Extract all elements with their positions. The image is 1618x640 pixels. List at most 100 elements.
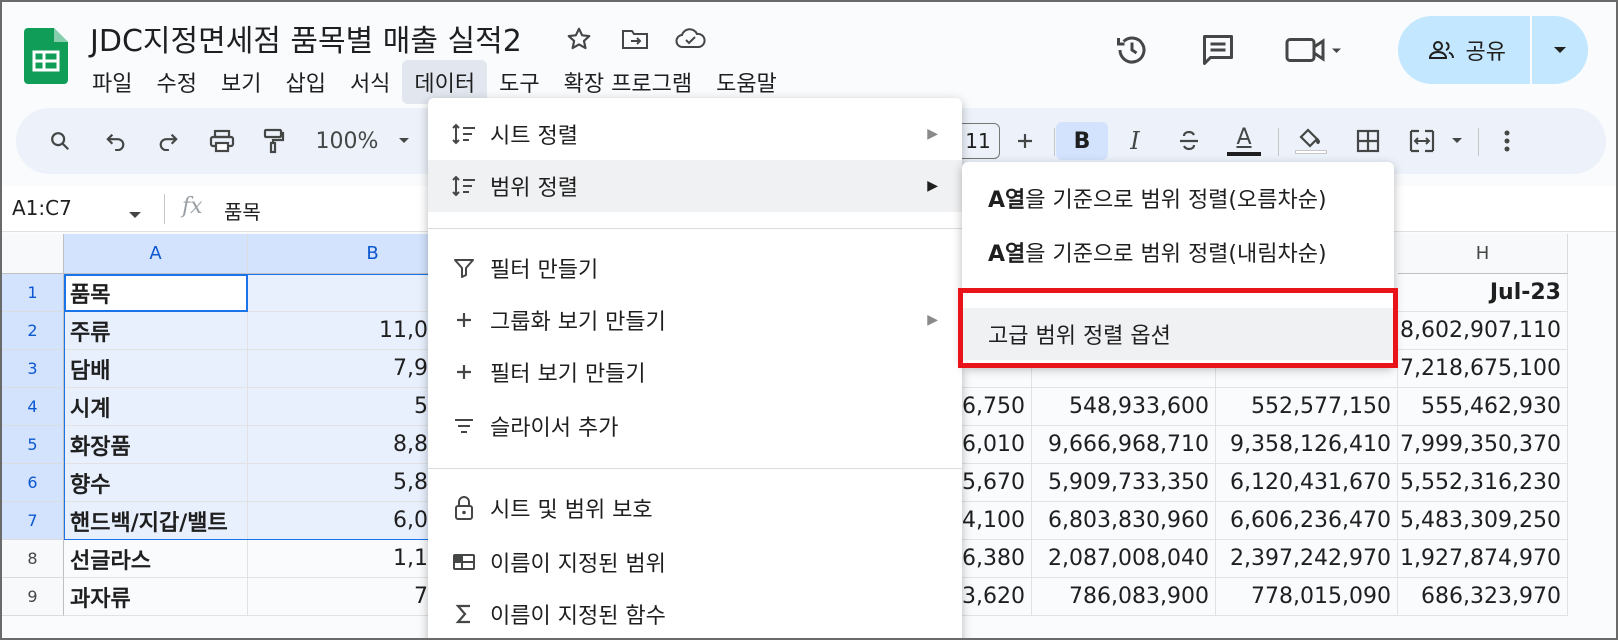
redo-icon[interactable] [150, 122, 186, 160]
cell-h8[interactable]: 1,927,874,970 [1398, 540, 1568, 578]
cell-h4[interactable]: 555,462,930 [1398, 388, 1568, 426]
row-header[interactable]: 8 [2, 540, 64, 578]
submenu-arrow-icon: ▶ [927, 312, 938, 328]
sheets-logo-icon[interactable] [24, 28, 68, 84]
bold-button[interactable]: B [1056, 122, 1108, 160]
undo-icon[interactable] [98, 122, 134, 160]
cell-a4[interactable]: 시계 [64, 388, 248, 426]
cell-h2[interactable]: 8,602,907,110 [1398, 312, 1568, 350]
cell-g6[interactable]: 6,120,431,670 [1216, 464, 1398, 502]
share-dropdown-icon[interactable] [1532, 16, 1588, 84]
version-history-icon[interactable] [1102, 20, 1162, 80]
cell-g5[interactable]: 9,358,126,410 [1216, 426, 1398, 464]
column-header-h[interactable]: H [1398, 234, 1568, 274]
cell-f6[interactable]: 5,909,733,350 [1032, 464, 1216, 502]
cell-a8[interactable]: 선글라스 [64, 540, 248, 578]
cell-f7[interactable]: 6,803,830,960 [1032, 502, 1216, 540]
strikethrough-icon[interactable] [1172, 122, 1206, 160]
cell-f5[interactable]: 9,666,968,710 [1032, 426, 1216, 464]
cell-a7[interactable]: 핸드백/지갑/밸트 [64, 502, 248, 540]
italic-button[interactable]: I [1120, 122, 1150, 160]
cell-f9[interactable]: 786,083,900 [1032, 578, 1216, 616]
font-size-input[interactable]: 11 [956, 123, 1000, 159]
row-header[interactable]: 3 [2, 350, 64, 388]
cell-h3[interactable]: 7,218,675,100 [1398, 350, 1568, 388]
menu-view[interactable]: 보기 [209, 60, 273, 104]
formula-input[interactable]: 품목 [224, 196, 261, 225]
cell-a2[interactable]: 주류 [64, 312, 248, 350]
more-options-icon[interactable] [1492, 122, 1522, 160]
menu-insert[interactable]: 삽입 [273, 60, 337, 104]
menu-item-named-ranges[interactable]: 이름이 지정된 범위 [428, 536, 962, 588]
document-title[interactable]: JDC지정면세점 품목별 매출 실적2 [90, 16, 522, 60]
named-range-icon [448, 546, 480, 578]
menu-item-add-slicer[interactable]: 슬라이서 추가 [428, 400, 962, 452]
cell-a6[interactable]: 향수 [64, 464, 248, 502]
slicer-icon [448, 410, 480, 442]
cell-f8[interactable]: 2,087,008,040 [1032, 540, 1216, 578]
cell-h5[interactable]: 7,999,350,370 [1398, 426, 1568, 464]
cell-h1[interactable]: Jul-23 [1398, 274, 1568, 312]
people-icon [1428, 41, 1454, 59]
cell-g7[interactable]: 6,606,236,470 [1216, 502, 1398, 540]
cell-a9[interactable]: 과자류 [64, 578, 248, 616]
cell-g4[interactable]: 552,577,150 [1216, 388, 1398, 426]
menu-item-protect[interactable]: 시트 및 범위 보호 [428, 482, 962, 534]
menu-item-sort-range[interactable]: 범위 정렬 ▶ [428, 160, 962, 212]
zoom-dropdown-icon[interactable] [392, 122, 416, 160]
row-header[interactable]: 9 [2, 578, 64, 616]
zoom-select[interactable]: 100% [312, 122, 382, 160]
fill-color-icon[interactable] [1292, 122, 1330, 160]
star-icon[interactable] [562, 22, 596, 56]
cell-a5[interactable]: 화장품 [64, 426, 248, 464]
menu-item-create-filter[interactable]: 필터 만들기 [428, 242, 962, 294]
cell-a3[interactable]: 담배 [64, 350, 248, 388]
menu-format[interactable]: 서식 [338, 60, 402, 104]
cell-e5[interactable]: 6,010 [962, 426, 1032, 464]
row-header[interactable]: 1 [2, 274, 64, 312]
row-header[interactable]: 4 [2, 388, 64, 426]
menu-item-named-functions[interactable]: 이름이 지정된 함수 [428, 588, 962, 638]
cell-g8[interactable]: 2,397,242,970 [1216, 540, 1398, 578]
paint-format-icon[interactable] [254, 122, 292, 160]
print-icon[interactable] [202, 122, 242, 160]
cell-e8[interactable]: 6,380 [962, 540, 1032, 578]
menu-item-create-group-view[interactable]: 그룹화 보기 만들기 ▶ [428, 294, 962, 346]
borders-icon[interactable] [1350, 122, 1386, 160]
menu-item-sort-sheet[interactable]: 시트 정렬 ▶ [428, 108, 962, 160]
fx-icon: fx [182, 194, 203, 219]
share-button[interactable]: 공유 [1397, 16, 1588, 84]
sort-range-descending[interactable]: A열 을 기준으로 범위 정렬(내림차순) [962, 226, 1394, 278]
move-to-folder-icon[interactable] [618, 22, 652, 56]
row-header[interactable]: 2 [2, 312, 64, 350]
cell-e7[interactable]: 4,100 [962, 502, 1032, 540]
row-header[interactable]: 5 [2, 426, 64, 464]
name-box-dropdown-icon[interactable] [128, 204, 142, 223]
merge-cells-icon[interactable] [1404, 122, 1440, 160]
cloud-saved-icon[interactable] [674, 22, 708, 56]
cell-f4[interactable]: 548,933,600 [1032, 388, 1216, 426]
select-all-corner[interactable] [2, 234, 64, 274]
row-header[interactable]: 6 [2, 464, 64, 502]
name-box[interactable]: A1:C7 [12, 196, 72, 220]
search-menus-icon[interactable] [42, 122, 78, 160]
menu-edit[interactable]: 수정 [144, 60, 208, 104]
lock-icon [448, 492, 480, 524]
menu-file[interactable]: 파일 [80, 60, 144, 104]
cell-e9[interactable]: 3,620 [962, 578, 1032, 616]
row-header[interactable]: 7 [2, 502, 64, 540]
cell-h9[interactable]: 686,323,970 [1398, 578, 1568, 616]
cell-e6[interactable]: 5,670 [962, 464, 1032, 502]
cell-h6[interactable]: 5,552,316,230 [1398, 464, 1568, 502]
merge-dropdown-icon[interactable] [1446, 122, 1468, 160]
menu-item-create-filter-view[interactable]: 필터 보기 만들기 [428, 346, 962, 398]
cell-g9[interactable]: 778,015,090 [1216, 578, 1398, 616]
cell-h7[interactable]: 5,483,309,250 [1398, 502, 1568, 540]
column-header-a[interactable]: A [64, 234, 248, 274]
text-color-icon[interactable]: A [1224, 122, 1264, 160]
increase-font-size-icon[interactable] [1010, 122, 1040, 160]
meet-icon[interactable] [1274, 20, 1354, 80]
cell-e4[interactable]: 6,750 [962, 388, 1032, 426]
comments-icon[interactable] [1188, 20, 1248, 80]
sort-range-ascending[interactable]: A열 을 기준으로 범위 정렬(오름차순) [962, 172, 1394, 224]
